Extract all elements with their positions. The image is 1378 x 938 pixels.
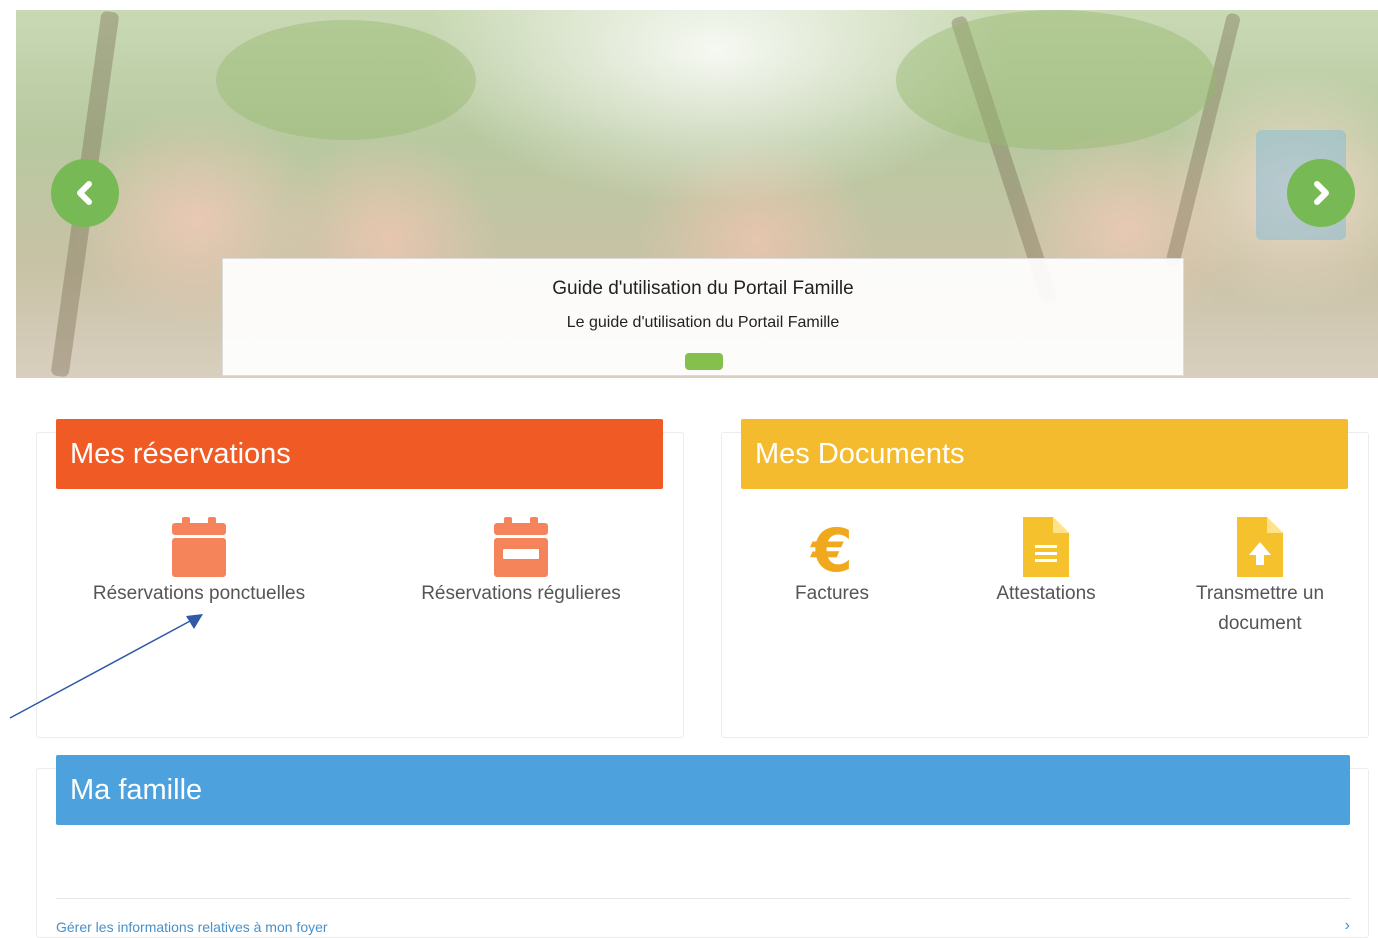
documents-header: Mes Documents — [741, 419, 1348, 489]
item-label: Factures — [795, 583, 869, 604]
annotation-arrow — [9, 614, 203, 719]
chevron-left-icon — [77, 181, 92, 205]
chevron-right-icon — [1314, 181, 1329, 205]
chevron-right-icon[interactable]: › — [1345, 917, 1350, 935]
reservations-ponctuelles-link[interactable]: Réservations ponctuelles — [79, 517, 319, 609]
transmettre-document-link[interactable]: Transmettre un document — [1170, 517, 1350, 639]
euro-icon: € — [809, 517, 853, 577]
attestations-link[interactable]: Attestations — [966, 517, 1126, 609]
slide-title[interactable]: Guide d'utilisation du Portail Famille — [223, 278, 1183, 300]
svg-text:€: € — [809, 517, 853, 577]
divider — [56, 898, 1350, 899]
file-text-icon — [1023, 517, 1069, 577]
carousel-caption[interactable]: Guide d'utilisation du Portail Famille L… — [222, 258, 1184, 376]
family-header: Ma famille — [56, 755, 1350, 825]
slide-subtitle: Le guide d'utilisation du Portail Famill… — [566, 314, 840, 331]
carousel-next-button[interactable] — [1287, 159, 1355, 227]
carousel-prev-button[interactable] — [51, 159, 119, 227]
factures-link[interactable]: € Factures — [752, 517, 912, 609]
carousel-indicator[interactable] — [685, 353, 723, 370]
item-label: Transmettre un document — [1195, 583, 1325, 634]
calendar-minus-icon — [494, 517, 548, 577]
family-card: Ma famille Gérer les informations relati… — [36, 755, 1369, 938]
calendar-icon — [172, 517, 226, 577]
banner-foliage — [896, 10, 1216, 150]
reservations-header: Mes réservations — [56, 419, 663, 489]
reservations-regulieres-link[interactable]: Réservations régulieres — [401, 517, 641, 609]
documents-card: Mes Documents € Factures Attestations Tr… — [721, 419, 1369, 738]
item-label: Réservations régulieres — [421, 583, 621, 604]
file-upload-icon — [1237, 517, 1283, 577]
hero-banner: Guide d'utilisation du Portail Famille L… — [16, 10, 1378, 378]
banner-foliage — [216, 20, 476, 140]
item-label: Attestations — [996, 583, 1096, 604]
family-info-link[interactable]: Gérer les informations relatives à mon f… — [56, 919, 328, 935]
